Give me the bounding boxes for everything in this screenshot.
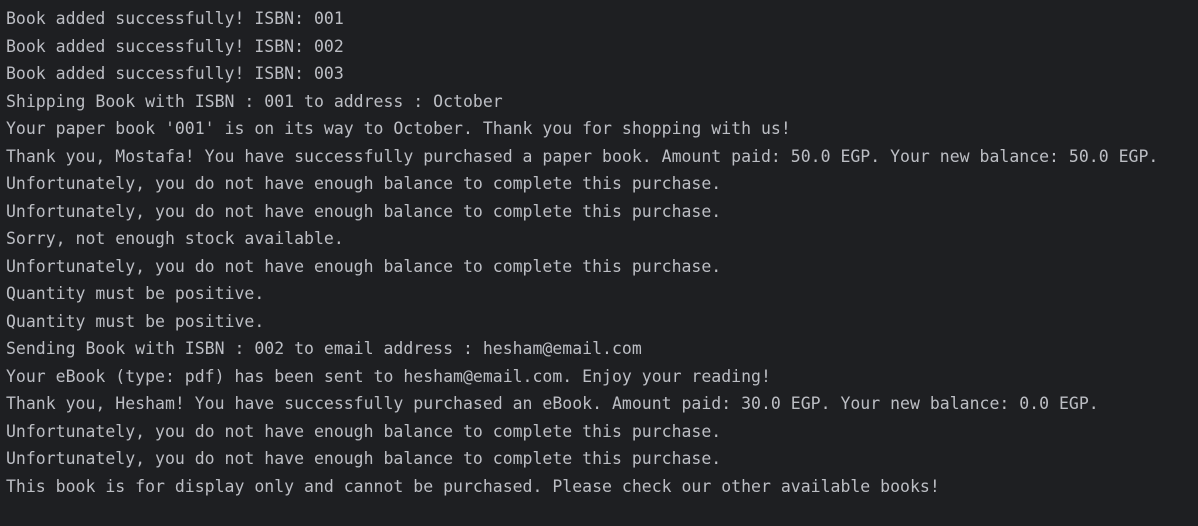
console-line: Shipping Book with ISBN : 001 to address…: [6, 91, 503, 111]
console-line: Book added successfully! ISBN: 002: [6, 36, 344, 56]
console-line: Book added successfully! ISBN: 001: [6, 9, 344, 28]
console-line: Quantity must be positive.: [6, 284, 265, 303]
console-line: This book is for display only and cannot…: [6, 476, 940, 496]
console-line: Thank you, Hesham! You have successfully…: [6, 394, 1099, 413]
console-line: Sending Book with ISBN : 002 to email ad…: [6, 339, 642, 358]
console-line: Quantity must be positive.: [6, 311, 265, 331]
console-lines: Book added successfully! ISBN: 001 Book …: [6, 5, 1198, 500]
console-line: Unfortunately, you do not have enough ba…: [6, 174, 722, 193]
partial-top-line: [6, 0, 681, 2]
console-line: Unfortunately, you do not have enough ba…: [6, 449, 722, 468]
console-line: Your eBook (type: pdf) has been sent to …: [6, 366, 771, 386]
console-line: Unfortunately, you do not have enough ba…: [6, 201, 722, 221]
console-line: Thank you, Mostafa! You have successfull…: [6, 146, 1159, 166]
console-line: Unfortunately, you do not have enough ba…: [6, 256, 722, 276]
console-line: Sorry, not enough stock available.: [6, 229, 344, 248]
console-line: Book added successfully! ISBN: 003: [6, 64, 344, 83]
console-line: Your paper book '001' is on its way to O…: [6, 119, 791, 138]
console-line: Unfortunately, you do not have enough ba…: [6, 421, 722, 441]
console-output[interactable]: Book added successfully! ISBN: 001 Book …: [0, 0, 1198, 526]
